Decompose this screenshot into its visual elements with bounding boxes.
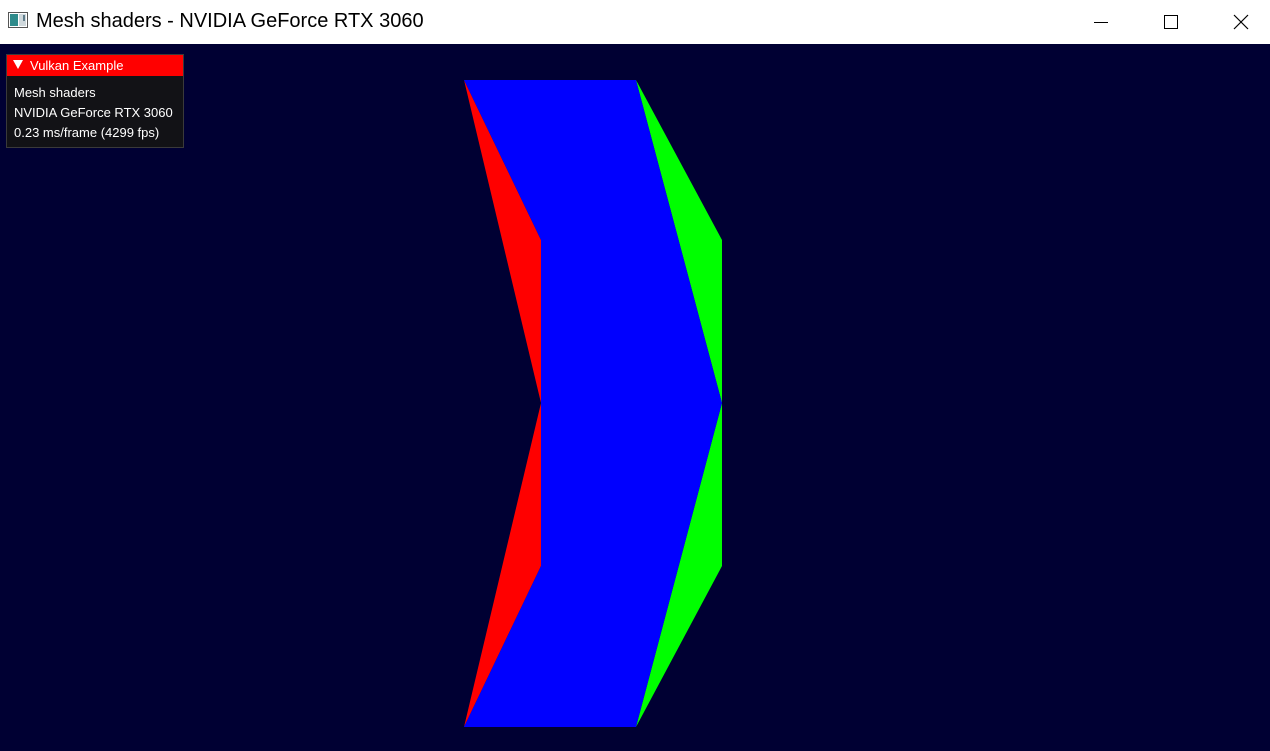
mesh-scene [464, 80, 722, 727]
close-icon [1233, 14, 1249, 30]
close-button[interactable] [1206, 0, 1270, 44]
minimize-button[interactable] [1066, 0, 1136, 44]
overlay-gpu-name: NVIDIA GeForce RTX 3060 [14, 105, 173, 120]
overlay-header[interactable]: Vulkan Example [7, 55, 183, 76]
app-icon [8, 12, 28, 28]
overlay-app-name: Mesh shaders [14, 85, 96, 100]
application-window: Mesh shaders - NVIDIA GeForce RTX 3060 V… [0, 0, 1270, 751]
debug-overlay-panel[interactable]: Vulkan Example Mesh shaders NVIDIA GeFor… [6, 54, 184, 148]
minimize-icon [1094, 22, 1108, 23]
overlay-frame-stats: 0.23 ms/frame (4299 fps) [14, 125, 160, 140]
collapse-arrow-icon[interactable] [13, 60, 23, 69]
window-title: Mesh shaders - NVIDIA GeForce RTX 3060 [36, 10, 424, 32]
maximize-button[interactable] [1136, 0, 1206, 44]
overlay-title: Vulkan Example [30, 58, 124, 73]
render-viewport[interactable]: Vulkan Example Mesh shaders NVIDIA GeFor… [0, 44, 1270, 751]
title-bar[interactable]: Mesh shaders - NVIDIA GeForce RTX 3060 [0, 0, 1270, 44]
maximize-icon [1164, 15, 1178, 29]
